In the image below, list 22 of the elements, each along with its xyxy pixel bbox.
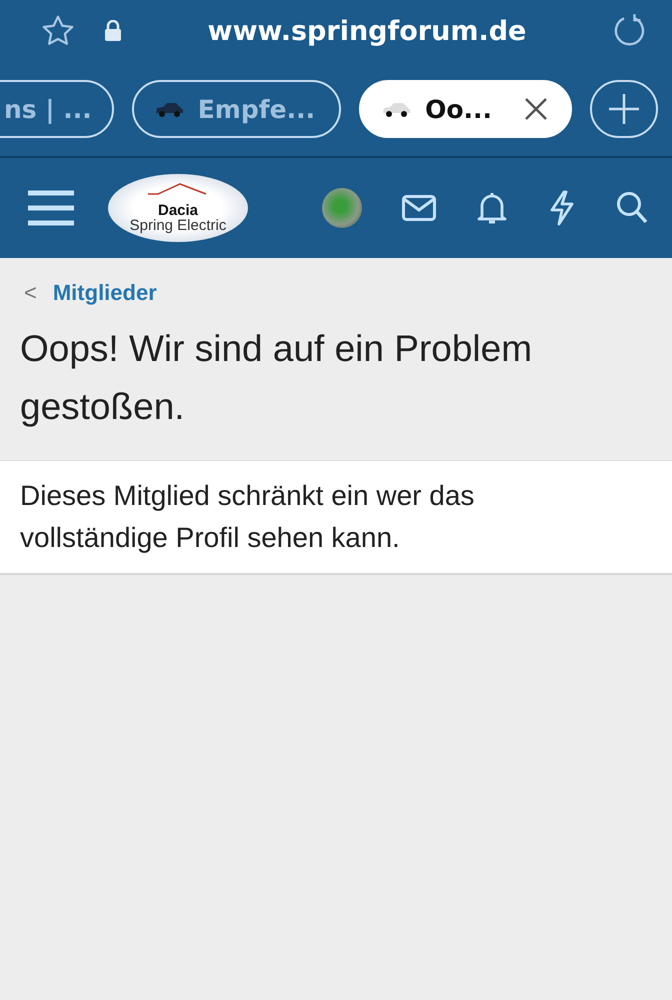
plus-icon: [607, 92, 641, 126]
new-tab-button[interactable]: [590, 80, 658, 138]
site-logo[interactable]: Dacia Spring Electric: [108, 174, 248, 242]
address-bar[interactable]: www.springforum.de: [150, 16, 584, 46]
browser-tab[interactable]: Empfe...: [132, 80, 342, 138]
mail-icon[interactable]: [402, 195, 436, 221]
search-icon[interactable]: [616, 191, 648, 225]
close-icon[interactable]: [524, 97, 548, 121]
menu-icon[interactable]: [28, 189, 74, 227]
browser-tab[interactable]: Oo...: [359, 80, 572, 138]
roof-icon: [148, 183, 208, 195]
lock-icon: [104, 20, 122, 42]
error-message: Dieses Mitglied schränkt ein wer das vollständige Profil sehen kann.: [0, 460, 672, 575]
avatar[interactable]: [322, 188, 362, 228]
bell-icon[interactable]: [476, 191, 508, 225]
logo-text: Dacia: [158, 203, 198, 218]
lightning-icon[interactable]: [548, 190, 576, 226]
browser-tab[interactable]: ns | ...: [0, 80, 114, 138]
breadcrumb-link[interactable]: Mitglieder: [52, 280, 157, 306]
page-title: Oops! Wir sind auf ein Problem gestoßen.: [20, 327, 534, 429]
logo-text: Spring Electric: [130, 218, 226, 233]
back-chevron[interactable]: <: [24, 280, 37, 306]
